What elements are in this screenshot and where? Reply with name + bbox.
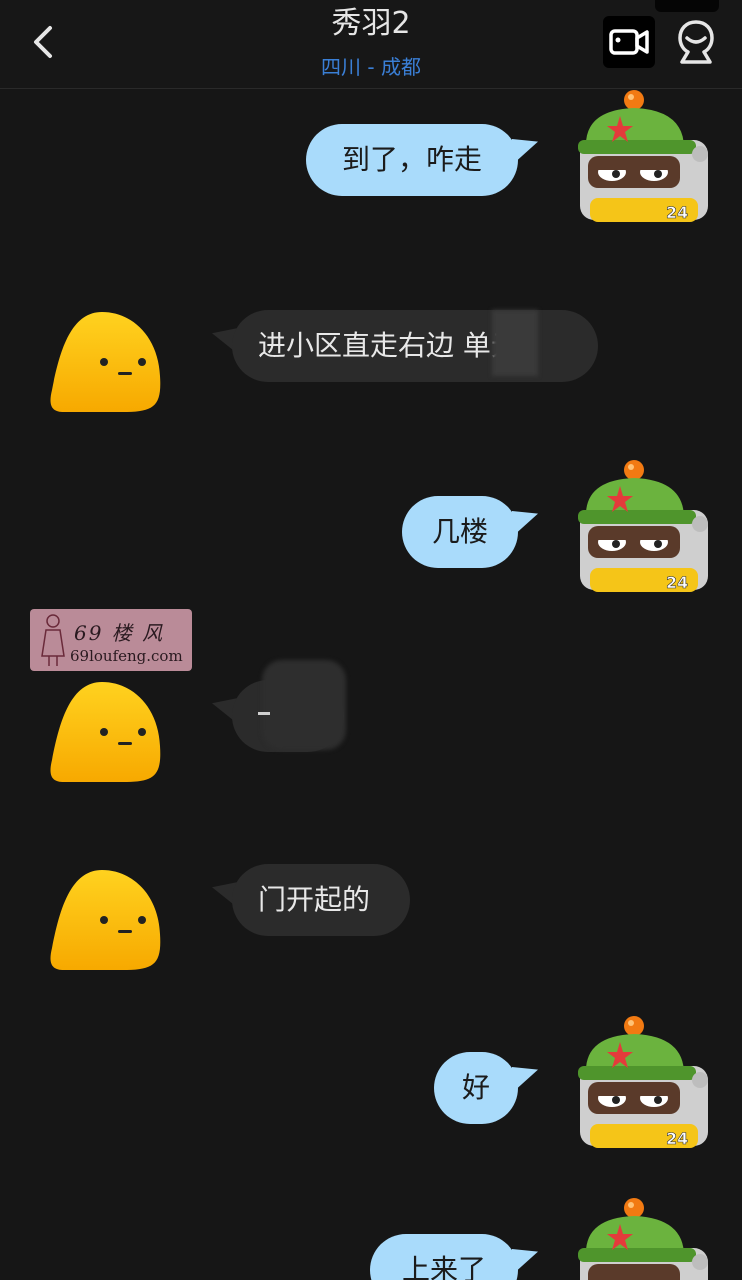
profile-button[interactable]: [670, 16, 722, 68]
robot-avatar-icon[interactable]: 24: [572, 458, 712, 598]
chat-header: 秀羽2 四川 - 成都: [0, 0, 742, 89]
outgoing-bubble[interactable]: 几楼: [402, 496, 518, 568]
incoming-bubble[interactable]: 进小区直走右边 单元: [232, 310, 598, 382]
yellow-blob-avatar-icon[interactable]: [44, 864, 170, 984]
watermark-text: 69 楼 风: [74, 621, 165, 645]
redaction-blur: [262, 660, 346, 750]
bubble-tail: [512, 1067, 538, 1093]
yellow-blob-avatar-icon[interactable]: [44, 676, 170, 796]
outgoing-bubble[interactable]: 上来了: [370, 1234, 518, 1280]
video-call-button[interactable]: [603, 16, 655, 68]
bubble-tail: [512, 511, 538, 537]
robot-avatar-icon[interactable]: 24: [572, 88, 712, 228]
bubble-tail: [512, 139, 538, 165]
outgoing-bubble[interactable]: 到了，咋走: [306, 124, 518, 196]
robot-avatar-icon[interactable]: [572, 1196, 712, 1280]
robot-badge: 24: [666, 1129, 688, 1148]
bubble-tail: [512, 1249, 538, 1275]
redaction-mark: [258, 712, 270, 715]
message-row: 好 24: [0, 1016, 742, 1166]
message-row: 几楼 24: [0, 460, 742, 610]
robot-avatar-icon[interactable]: 24: [572, 1014, 712, 1154]
chat-screen: 秀羽2 四川 - 成都 到了，咋走 24 进小区直走右边 单元 几楼 24 69…: [0, 0, 742, 1280]
user-profile-icon: [678, 20, 714, 64]
message-row: 门开起的: [0, 858, 742, 988]
redaction-blur: [492, 310, 538, 376]
message-row: [0, 660, 742, 790]
yellow-blob-avatar-icon[interactable]: [44, 306, 170, 426]
outgoing-bubble[interactable]: 好: [434, 1052, 518, 1124]
incoming-bubble[interactable]: 门开起的: [232, 864, 410, 936]
message-row: 上来了: [0, 1196, 742, 1280]
message-row: 进小区直走右边 单元: [0, 300, 742, 430]
robot-badge: 24: [666, 573, 688, 592]
message-row: 到了，咋走 24: [0, 90, 742, 246]
robot-badge: 24: [666, 203, 688, 222]
video-call-icon: [609, 29, 649, 55]
